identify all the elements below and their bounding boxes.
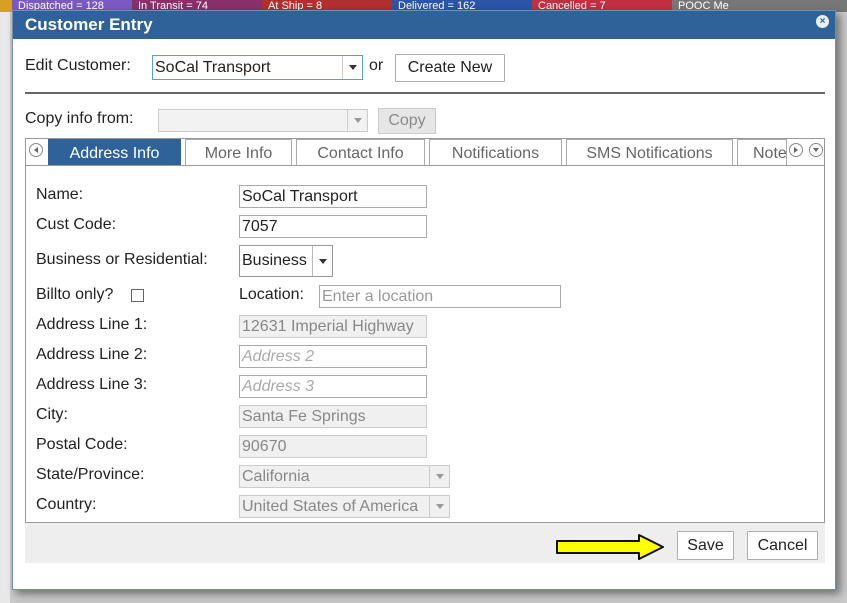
create-new-button[interactable]: Create New bbox=[395, 54, 505, 82]
tab-scroll-left-icon[interactable] bbox=[29, 143, 43, 157]
divider bbox=[25, 92, 825, 94]
state-value: California bbox=[242, 468, 310, 485]
edit-customer-combo[interactable]: SoCal Transport bbox=[152, 55, 363, 80]
edit-customer-value: SoCal Transport bbox=[155, 59, 271, 76]
customer-entry-dialog: Customer Entry × Edit Customer: SoCal Tr… bbox=[12, 10, 836, 590]
chevron-down-icon[interactable] bbox=[342, 56, 362, 79]
bg-strip-edge bbox=[0, 0, 12, 12]
country-select[interactable]: United States of America bbox=[239, 495, 450, 518]
address2-input[interactable]: Address 2 bbox=[239, 345, 427, 368]
background-left-panel bbox=[0, 12, 10, 603]
address3-label: Address Line 3: bbox=[36, 376, 148, 393]
chevron-down-icon[interactable] bbox=[312, 246, 332, 276]
city-label: City: bbox=[36, 406, 68, 423]
copy-info-label: Copy info from: bbox=[25, 110, 134, 127]
address1-label: Address Line 1: bbox=[36, 316, 148, 333]
chevron-down-icon[interactable] bbox=[429, 466, 449, 487]
tab-address-info[interactable]: Address Info bbox=[48, 139, 181, 166]
location-input[interactable]: Enter a location bbox=[319, 285, 561, 308]
edit-customer-label: Edit Customer: bbox=[25, 57, 131, 74]
or-text: or bbox=[369, 57, 384, 74]
country-value: United States of America bbox=[242, 498, 419, 515]
chevron-down-icon[interactable] bbox=[429, 496, 449, 517]
copy-info-combo[interactable] bbox=[158, 109, 368, 132]
save-button[interactable]: Save bbox=[677, 531, 734, 560]
cust-code-input[interactable]: 7057 bbox=[239, 215, 427, 238]
business-residential-select[interactable]: Business bbox=[239, 245, 333, 277]
tab-more-info[interactable]: More Info bbox=[185, 139, 292, 166]
chevron-down-icon[interactable] bbox=[347, 110, 367, 131]
business-residential-label: Business or Residential: bbox=[36, 251, 208, 268]
billto-label: Billto only? bbox=[36, 286, 114, 303]
yellow-arrow-pointer-icon bbox=[556, 534, 664, 560]
copy-button[interactable]: Copy bbox=[378, 108, 436, 134]
postal-code-label: Postal Code: bbox=[36, 436, 128, 453]
billto-checkbox[interactable] bbox=[131, 289, 144, 302]
cust-code-label: Cust Code: bbox=[36, 216, 117, 233]
state-label: State/Province: bbox=[36, 466, 145, 483]
tab-baseline bbox=[26, 165, 824, 166]
address3-input[interactable]: Address 3 bbox=[239, 375, 427, 398]
close-icon[interactable]: × bbox=[816, 15, 829, 28]
tab-scroll-right-icon[interactable] bbox=[789, 143, 803, 157]
dialog-title: Customer Entry bbox=[25, 15, 153, 34]
tab-notes[interactable]: Notes bbox=[737, 139, 787, 166]
postal-code-input[interactable]: 90670 bbox=[239, 435, 427, 458]
tab-sms-notifications[interactable]: SMS Notifications bbox=[566, 139, 733, 166]
location-label: Location: bbox=[239, 286, 304, 303]
cancel-button[interactable]: Cancel bbox=[747, 531, 818, 560]
address1-input[interactable]: 12631 Imperial Highway bbox=[239, 315, 427, 338]
address2-label: Address Line 2: bbox=[36, 346, 148, 363]
name-label: Name: bbox=[36, 186, 84, 203]
city-input[interactable]: Santa Fe Springs bbox=[239, 405, 427, 428]
dialog-titlebar: Customer Entry bbox=[13, 11, 835, 39]
state-select[interactable]: California bbox=[239, 465, 450, 488]
tab-panel: Address Info More Info Contact Info Noti… bbox=[25, 138, 825, 523]
tab-contact-info[interactable]: Contact Info bbox=[296, 139, 425, 166]
country-label: Country: bbox=[36, 496, 97, 513]
tab-list-dropdown-icon[interactable] bbox=[809, 143, 823, 157]
business-residential-value: Business bbox=[242, 252, 307, 269]
tab-notifications[interactable]: Notifications bbox=[429, 139, 562, 166]
name-input[interactable]: SoCal Transport bbox=[239, 185, 427, 208]
